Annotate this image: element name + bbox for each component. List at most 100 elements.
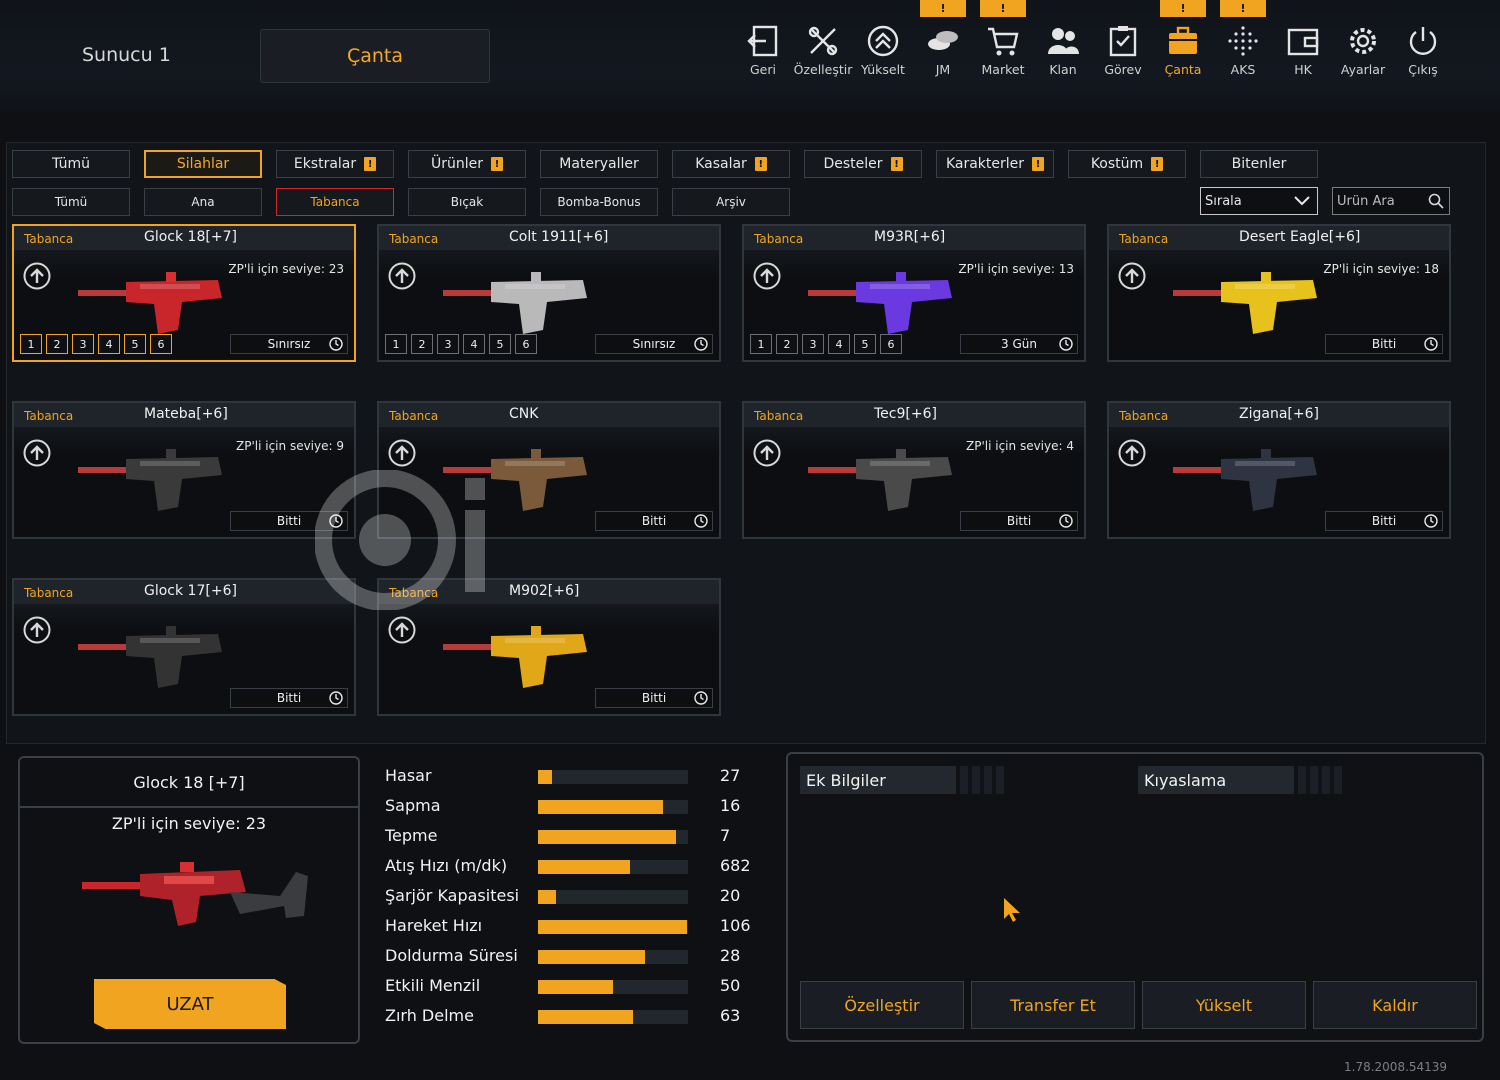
level-slot[interactable]: 3 <box>72 334 94 354</box>
category-tab[interactable]: Silahlar <box>144 150 262 178</box>
upgrade-arrow-icon[interactable] <box>1117 261 1147 295</box>
alert-badge: ! <box>980 0 1026 17</box>
upgrade-arrow-icon[interactable] <box>22 261 52 295</box>
nav-label: AKS <box>1230 62 1256 77</box>
level-slot[interactable]: 3 <box>802 334 824 354</box>
nav-wallet[interactable]: HK <box>1273 24 1333 84</box>
item-name: Tec9[+6] <box>874 406 937 422</box>
stat-bar <box>538 890 688 904</box>
category-tab[interactable]: Ürünler! <box>408 150 526 178</box>
duration-text: Bitti <box>276 691 302 705</box>
warning-icon: ! <box>890 157 903 171</box>
subcategory-tab[interactable]: Tabanca <box>276 188 394 216</box>
upgrade-button[interactable]: Yükselt <box>1142 981 1306 1029</box>
tab-extra-info[interactable]: Ek Bilgiler <box>800 766 956 794</box>
subcategory-tab[interactable]: Arşiv <box>672 188 790 216</box>
search-icon[interactable] <box>1428 193 1444 209</box>
level-slot[interactable]: 4 <box>98 334 120 354</box>
item-card[interactable]: Tabanca Glock 17[+6] Bitti <box>12 578 356 716</box>
category-tab[interactable]: Materyaller <box>540 150 658 178</box>
level-slot[interactable]: 6 <box>880 334 902 354</box>
level-slot[interactable]: 1 <box>20 334 42 354</box>
item-name: M93R[+6] <box>874 229 946 245</box>
item-card[interactable]: Tabanca Tec9[+6] ZP'li için seviye: 4 Bitt… <box>742 401 1086 539</box>
upgrade-arrow-icon[interactable] <box>22 615 52 649</box>
level-slot[interactable]: 1 <box>750 334 772 354</box>
subcategory-tab[interactable]: Bomba-Bonus <box>540 188 658 216</box>
sort-dropdown[interactable]: Sırala <box>1200 187 1318 215</box>
category-tab[interactable]: Kasalar! <box>672 150 790 178</box>
subcategory-tab[interactable]: Tümü <box>12 188 130 216</box>
category-label: Ekstralar <box>293 156 357 172</box>
transfer-button[interactable]: Transfer Et <box>971 981 1135 1029</box>
tab-compare[interactable]: Kıyaslama <box>1138 766 1294 794</box>
stat-bar-fill <box>538 800 663 814</box>
nav-label: Çıkış <box>1408 62 1438 77</box>
clock-icon <box>1059 337 1073 351</box>
level-slot[interactable]: 5 <box>854 334 876 354</box>
item-card[interactable]: Tabanca Mateba[+6] ZP'li için seviye: 9 Bi… <box>12 401 356 539</box>
extend-button[interactable]: UZAT <box>94 979 286 1029</box>
category-label: Kostüm <box>1090 156 1144 172</box>
item-card[interactable]: Tabanca M93R[+6] ZP'li için seviye: 13 1 2 3… <box>742 224 1086 362</box>
nav-upgrade[interactable]: Yükselt <box>853 24 913 84</box>
category-tab[interactable]: Karakterler! <box>936 150 1054 178</box>
cart-icon <box>973 24 1033 58</box>
item-card[interactable]: Tabanca M902[+6] Bitti <box>377 578 721 716</box>
level-slot[interactable]: 3 <box>437 334 459 354</box>
remove-button[interactable]: Kaldır <box>1313 981 1477 1029</box>
nav-gear[interactable]: Ayarlar <box>1333 24 1393 84</box>
stat-bar-fill <box>538 950 645 964</box>
nav-back[interactable]: Geri <box>733 24 793 84</box>
nav-bag[interactable]: Çanta <box>1153 24 1213 84</box>
subcategory-tab[interactable]: Bıçak <box>408 188 526 216</box>
item-card[interactable]: Tabanca Desert Eagle[+6] ZP'li için seviy… <box>1107 224 1451 362</box>
nav-aks[interactable]: AKS <box>1213 24 1273 84</box>
level-slot[interactable]: 2 <box>46 334 68 354</box>
level-slot[interactable]: 2 <box>776 334 798 354</box>
upgrade-icon <box>853 24 913 58</box>
level-requirement: ZP'li için seviye: 23 <box>228 262 344 276</box>
upgrade-arrow-icon[interactable] <box>1117 438 1147 472</box>
level-slot[interactable]: 5 <box>489 334 511 354</box>
level-slot[interactable]: 4 <box>463 334 485 354</box>
subcategory-tab[interactable]: Ana <box>144 188 262 216</box>
item-card[interactable]: Tabanca Zigana[+6] Bitti <box>1107 401 1451 539</box>
category-tab[interactable]: Tümü <box>12 150 130 178</box>
category-tab[interactable]: Bitenler <box>1200 150 1318 178</box>
category-tab[interactable]: Kostüm! <box>1068 150 1186 178</box>
category-label: Tümü <box>51 156 90 172</box>
upgrade-arrow-icon[interactable] <box>752 438 782 472</box>
detail-level-requirement: ZP'li için seviye: 23 <box>111 814 267 833</box>
upgrade-arrow-icon[interactable] <box>387 261 417 295</box>
clock-icon <box>329 337 343 351</box>
alert-badge: ! <box>920 0 966 17</box>
upgrade-arrow-icon[interactable] <box>22 438 52 472</box>
level-slot[interactable]: 1 <box>385 334 407 354</box>
category-tab[interactable]: Desteler! <box>804 150 922 178</box>
item-card[interactable]: Tabanca CNK Bitti <box>377 401 721 539</box>
item-name: Colt 1911[+6] <box>509 229 609 245</box>
upgrade-arrow-icon[interactable] <box>387 615 417 649</box>
upgrade-arrow-icon[interactable] <box>752 261 782 295</box>
category-tab[interactable]: Ekstralar! <box>276 150 394 178</box>
item-card[interactable]: Tabanca Colt 1911[+6] 1 2 3 4 5 6 Sınırsız <box>377 224 721 362</box>
customize-button[interactable]: Özelleştir <box>800 981 964 1029</box>
level-slot[interactable]: 6 <box>515 334 537 354</box>
nav-tasks[interactable]: Görev <box>1093 24 1153 84</box>
level-slot[interactable]: 5 <box>124 334 146 354</box>
stat-bar <box>538 950 688 964</box>
upgrade-arrow-icon[interactable] <box>387 438 417 472</box>
gear-icon <box>1333 24 1393 58</box>
nav-tools[interactable]: Özelleştir <box>793 24 853 84</box>
stat-value: 106 <box>720 916 751 935</box>
level-slot[interactable]: 6 <box>150 334 172 354</box>
nav-cart[interactable]: Market <box>973 24 1033 84</box>
level-slot[interactable]: 4 <box>828 334 850 354</box>
nav-coins[interactable]: JM <box>913 24 973 84</box>
nav-power[interactable]: Çıkış <box>1393 24 1453 84</box>
level-slot[interactable]: 2 <box>411 334 433 354</box>
warning-icon: ! <box>1151 157 1164 171</box>
nav-clan[interactable]: Klan <box>1033 24 1093 84</box>
item-card[interactable]: Tabanca Glock 18[+7] ZP'li için seviye: 2… <box>12 224 356 362</box>
